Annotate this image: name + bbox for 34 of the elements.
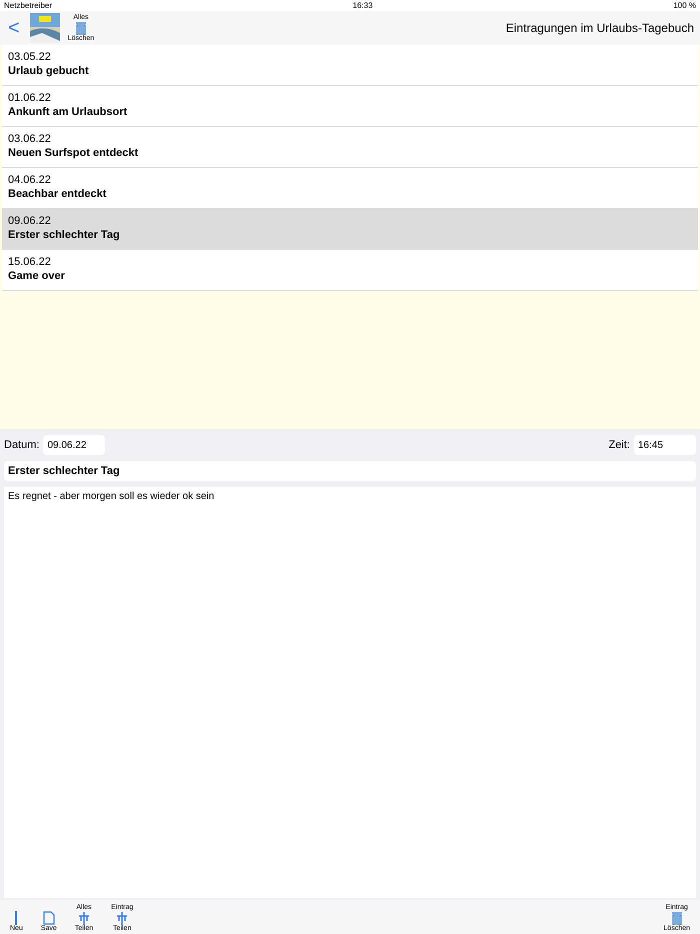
- trash-icon: [670, 911, 683, 925]
- document-icon: [42, 911, 55, 925]
- entry-title: Game over: [8, 270, 66, 282]
- title-field[interactable]: Erster schlechter Tag: [4, 461, 696, 481]
- entry-row[interactable]: 03.06.22 Neuen Surfspot entdeckt: [2, 127, 698, 168]
- clock: 16:33: [352, 1, 373, 10]
- note-field[interactable]: Es regnet - aber morgen soll es wieder ok sein: [4, 487, 696, 898]
- page-title: Eintragungen im Urlaubs-Tagebuch: [506, 21, 694, 35]
- share-icon: [76, 911, 91, 925]
- time-label: Zeit:: [608, 439, 630, 451]
- date-field[interactable]: 09.06.22: [43, 435, 106, 455]
- battery-level: 100 %: [673, 1, 696, 10]
- entry-row[interactable]: 15.06.22 Game over: [2, 250, 698, 291]
- entry-title: Neuen Surfspot entdeckt: [8, 147, 140, 159]
- entry-date: 03.05.22: [8, 51, 52, 63]
- entry-date: 01.06.22: [8, 92, 52, 104]
- entry-title: Erster schlechter Tag: [8, 229, 121, 241]
- back-button[interactable]: <: [6, 16, 22, 40]
- entry-row[interactable]: 04.06.22 Beachbar entdeckt: [2, 168, 698, 209]
- entry-row[interactable]: 03.05.22 Urlaub gebucht: [2, 45, 698, 86]
- entry-date: 04.06.22: [8, 174, 52, 186]
- carrier-name: Netzbetreiber: [4, 1, 52, 10]
- entry-date: 09.06.22: [8, 215, 52, 227]
- time-field[interactable]: 16:45: [634, 435, 696, 455]
- date-label: Datum:: [4, 439, 40, 451]
- entry-date: 03.06.22: [8, 133, 52, 145]
- entry-row[interactable]: 09.06.22 Erster schlechter Tag: [2, 209, 698, 250]
- entry-title: Beachbar entdeckt: [8, 188, 108, 200]
- entry-title: Ankunft am Urlaubsort: [8, 106, 128, 118]
- entry-row[interactable]: 01.06.22 Ankunft am Urlaubsort: [2, 86, 698, 127]
- entry-title: Urlaub gebucht: [8, 65, 90, 77]
- entry-date: 15.06.22: [8, 256, 52, 268]
- trash-icon: [74, 21, 87, 35]
- share-icon: [115, 911, 130, 925]
